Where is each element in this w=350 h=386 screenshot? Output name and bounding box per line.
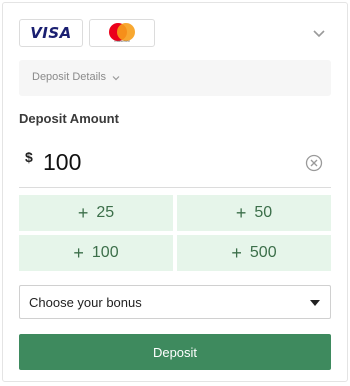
chevron-down-icon[interactable] <box>311 25 327 41</box>
payment-method-visa[interactable]: VISA <box>19 19 83 47</box>
plus-icon: + <box>77 202 89 223</box>
deposit-details-toggle[interactable]: Deposit Details <box>19 60 331 96</box>
quick-amounts: + 25 + 50 + 100 + 500 <box>19 195 331 271</box>
amount-field: $ <box>19 141 331 188</box>
payment-method-mastercard[interactable]: mastercard <box>89 19 155 47</box>
bonus-select[interactable]: Choose your bonus <box>19 285 331 319</box>
payment-methods-row: VISA mastercard <box>19 19 331 49</box>
mastercard-sublabel: mastercard <box>114 39 130 43</box>
clear-icon[interactable] <box>305 154 323 172</box>
bonus-select-label: Choose your bonus <box>29 295 142 310</box>
caret-down-icon <box>310 300 320 306</box>
quick-add-25-button[interactable]: + 25 <box>19 195 173 231</box>
plus-icon: + <box>235 202 247 223</box>
deposit-details-label: Deposit Details <box>32 71 106 83</box>
visa-logo: VISA <box>30 24 72 42</box>
deposit-card: VISA mastercard Deposit Details Deposit … <box>2 2 348 382</box>
chevron-down-icon <box>112 76 120 81</box>
quick-add-100-button[interactable]: + 100 <box>19 235 173 271</box>
amount-input[interactable] <box>43 147 263 177</box>
plus-icon: + <box>73 242 84 263</box>
mastercard-logo: mastercard <box>107 23 137 43</box>
currency-symbol: $ <box>25 149 33 165</box>
quick-add-50-button[interactable]: + 50 <box>177 195 331 231</box>
quick-add-500-button[interactable]: + 500 <box>177 235 331 271</box>
deposit-button[interactable]: Deposit <box>19 334 331 370</box>
deposit-amount-title: Deposit Amount <box>19 111 119 126</box>
plus-icon: + <box>231 242 242 263</box>
